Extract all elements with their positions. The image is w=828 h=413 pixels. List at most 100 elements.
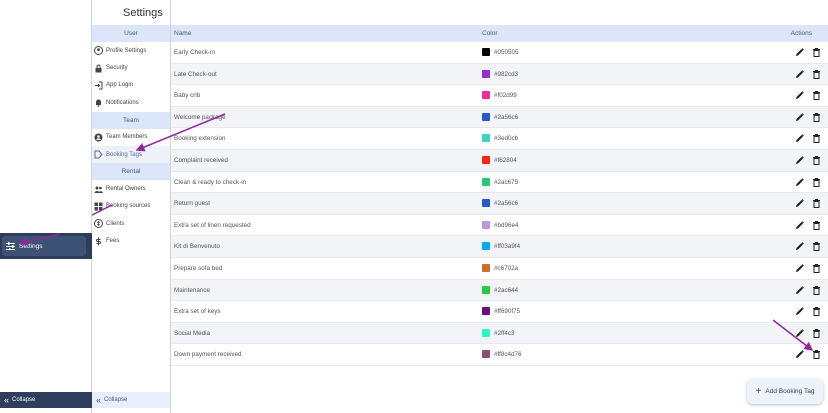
pencil-icon[interactable]: [794, 328, 805, 339]
color-swatch: [482, 263, 490, 272]
trash-icon[interactable]: [811, 112, 822, 123]
pencil-icon[interactable]: [794, 133, 805, 144]
pencil-icon[interactable]: [794, 306, 805, 317]
pencil-icon[interactable]: [794, 112, 805, 123]
color-hex: #f02d99: [494, 92, 517, 100]
color-swatch: [482, 69, 490, 78]
trash-icon[interactable]: [811, 349, 822, 360]
settings-sidebar: User Profile Settings Security App Login Not…: [92, 0, 171, 413]
app-collapse-label: Collapse: [12, 397, 36, 403]
pencil-icon[interactable]: [794, 69, 805, 80]
pencil-icon[interactable]: [794, 349, 805, 360]
color-swatch: [482, 328, 490, 337]
table-body: Early Check-in #050505 Late Check-out #982c…: [171, 42, 828, 366]
bell-icon: [94, 98, 103, 108]
table-row: Booking extension #3ed0cb: [171, 128, 828, 150]
color-hex: #2a56c6: [494, 200, 519, 208]
sidebar-item-label: Booking Tags: [106, 151, 142, 158]
column-header-name: Name: [174, 30, 192, 37]
pencil-icon[interactable]: [794, 90, 805, 101]
add-booking-tag-button[interactable]: + Add Booking Tag: [747, 379, 823, 404]
settings-collapse-button[interactable]: « Collapse: [92, 392, 170, 408]
sidebar-item-fees[interactable]: Fees: [92, 233, 170, 250]
table-row: Baby crib #f02d99: [171, 85, 828, 107]
color-hex: #050505: [494, 49, 519, 56]
pencil-icon[interactable]: [794, 155, 805, 166]
sidebar-item-label: Profile Settings: [106, 47, 147, 54]
table-row: Prepare sofa bed #c6702a: [171, 258, 828, 280]
trash-icon[interactable]: [811, 155, 822, 166]
team-icon: [94, 133, 103, 142]
tag-name: Maintenance: [174, 286, 211, 294]
pencil-icon[interactable]: [794, 241, 805, 252]
trash-icon[interactable]: [811, 133, 822, 144]
color-hex: #ff03a9f4: [494, 243, 521, 251]
table-row: Welcome package #2a56c6: [171, 106, 828, 129]
sources-icon: [94, 202, 103, 211]
tag-name: Down payment received: [174, 351, 242, 359]
tag-name: Clean & ready to check-in: [174, 178, 247, 186]
table-row: Kit di Benvenuto #ff03a9f4: [171, 236, 828, 258]
tag-name: Baby crib: [174, 92, 201, 100]
trash-icon[interactable]: [811, 198, 822, 209]
sidebar-item-security[interactable]: Security: [92, 59, 170, 76]
column-header-actions: Actions: [790, 30, 812, 37]
nav-item-settings-inner[interactable]: Settings: [2, 236, 86, 256]
owners-icon: [94, 185, 103, 194]
table-row: Maintenance #2ac644: [171, 279, 828, 302]
tag-name: Booking extension: [174, 135, 226, 143]
column-header-color: Color: [482, 30, 498, 37]
pencil-icon[interactable]: [794, 220, 805, 231]
color-swatch: [482, 199, 490, 208]
trash-icon[interactable]: [811, 328, 822, 339]
plus-icon: +: [755, 386, 762, 397]
trash-icon[interactable]: [811, 177, 822, 188]
sidebar-item-rental-owners[interactable]: Rental Owners: [92, 180, 170, 197]
table-row: Down payment received #ff8c4d76: [171, 344, 828, 366]
trash-icon[interactable]: [811, 90, 822, 101]
trash-icon[interactable]: [811, 69, 822, 80]
sidebar-item-booking-sources[interactable]: Booking sources: [92, 198, 170, 215]
sidebar-item-clients[interactable]: Clients: [92, 215, 170, 232]
sidebar-item-label: Notifications: [106, 99, 139, 106]
trash-icon[interactable]: [811, 220, 822, 231]
login-icon: [94, 81, 103, 90]
pencil-icon[interactable]: [794, 198, 805, 209]
color-hex: #ff690f75: [494, 308, 521, 316]
table-row: Social Media #2ff4c3: [171, 322, 828, 345]
trash-icon[interactable]: [811, 263, 822, 274]
sidebar-item-booking-tags[interactable]: Booking Tags: [92, 145, 170, 164]
trash-icon[interactable]: [811, 285, 822, 296]
settings-sliders-icon: [6, 242, 15, 250]
app-collapse-button[interactable]: « Collapse: [0, 392, 92, 408]
trash-icon[interactable]: [811, 241, 822, 252]
tag-name: Kit di Benvenuto: [174, 243, 220, 251]
settings-sidebar-list: User Profile Settings Security App Login Not…: [92, 25, 170, 250]
double-chevron-left-icon: «: [4, 395, 10, 405]
color-hex: #3ed0cb: [494, 135, 519, 143]
pencil-icon[interactable]: [794, 285, 805, 296]
table-row: Extra set of linen requested #bd96e4: [171, 215, 828, 237]
color-swatch: [482, 48, 490, 56]
pencil-icon[interactable]: [794, 263, 805, 274]
sidebar-item-label: Rental Owners: [106, 186, 146, 193]
booking-tags-table: Name Color Actions Early Check-in #050505…: [171, 25, 828, 413]
pencil-icon[interactable]: [794, 177, 805, 188]
sidebar-item-notifications[interactable]: Notifications: [92, 94, 170, 111]
tag-name: Extra set of keys: [174, 308, 221, 316]
nav-item-settings[interactable]: Settings: [0, 233, 92, 259]
trash-icon[interactable]: [811, 47, 822, 58]
trash-icon[interactable]: [811, 306, 822, 317]
sidebar-item-team-members[interactable]: Team Members: [92, 129, 170, 146]
clients-icon: [94, 219, 103, 229]
tag-name: Extra set of linen requested: [174, 221, 251, 229]
fees-icon: [94, 237, 103, 246]
color-hex: #2ac644: [494, 286, 519, 294]
color-hex: #c6702a: [494, 264, 519, 272]
color-hex: #2ff4c3: [494, 329, 515, 337]
pencil-icon[interactable]: [794, 47, 805, 58]
table-row: Late Check-out #982cd3: [171, 63, 828, 86]
sidebar-item-profile-settings[interactable]: Profile Settings: [92, 42, 170, 59]
settings-collapse-label: Collapse: [104, 397, 128, 403]
sidebar-item-app-login[interactable]: App Login: [92, 77, 170, 94]
